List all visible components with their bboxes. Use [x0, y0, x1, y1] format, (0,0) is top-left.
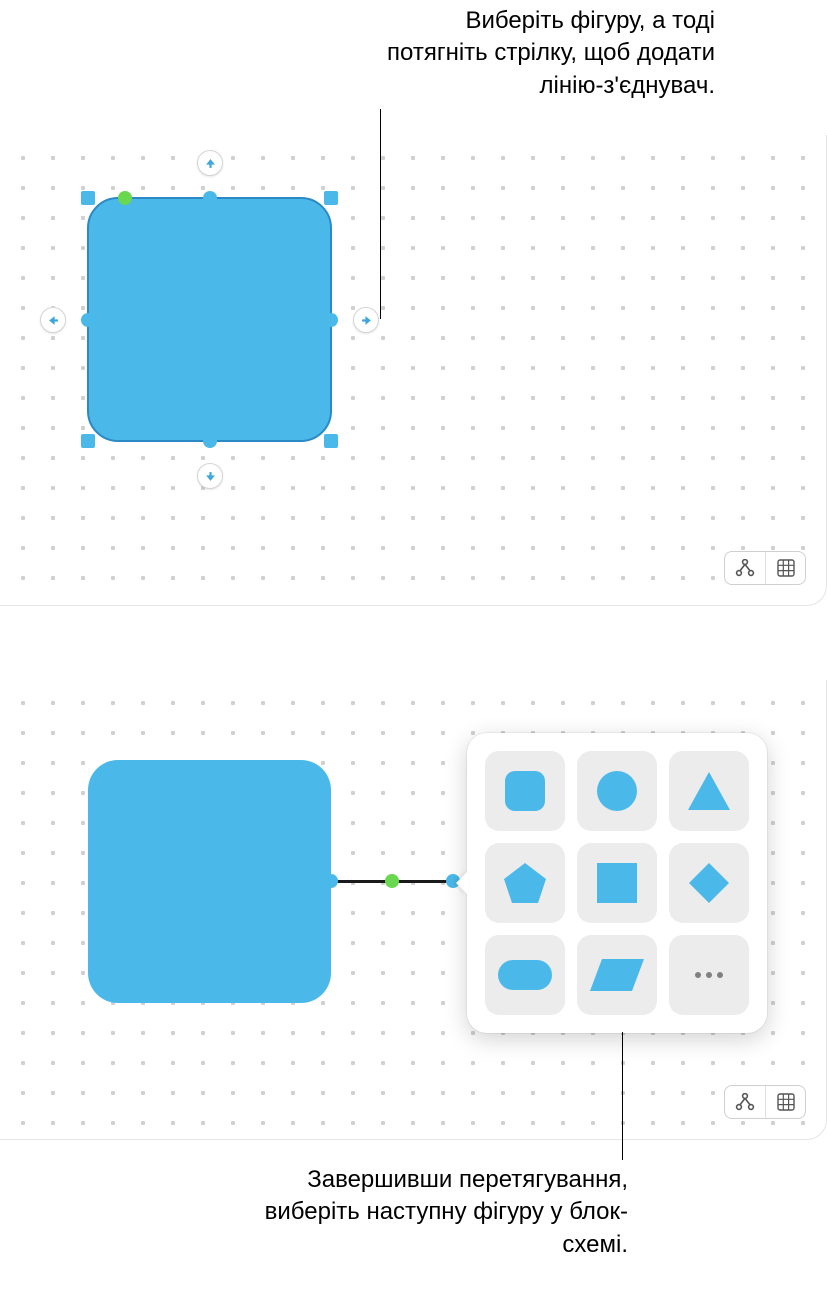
connector-endpoint-start[interactable]	[324, 874, 338, 888]
arrow-up-icon	[205, 158, 216, 169]
arrow-down-icon	[205, 471, 216, 482]
arrow-right-icon	[361, 315, 372, 326]
callout-top: Виберіть фігуру, а тоді потягніть стрілк…	[370, 5, 715, 102]
capsule-icon	[498, 960, 552, 990]
triangle-icon	[686, 770, 732, 812]
arrow-left-icon	[48, 315, 59, 326]
grid-icon	[777, 1093, 795, 1111]
connector-arrow-right[interactable]	[353, 307, 379, 333]
diamond-icon	[687, 861, 731, 905]
grid-toggle-button[interactable]	[765, 1086, 805, 1118]
shape-option-rounded-square[interactable]	[485, 751, 565, 831]
shape-option-square[interactable]	[577, 843, 657, 923]
connector-arrow-up[interactable]	[197, 150, 223, 176]
shape-option-more[interactable]	[669, 935, 749, 1015]
connector-arrow-left[interactable]	[40, 307, 66, 333]
shape-option-triangle[interactable]	[669, 751, 749, 831]
grid-toggle-button[interactable]	[765, 552, 805, 584]
rounded-square-icon	[503, 769, 547, 813]
connector-arrow-down[interactable]	[197, 463, 223, 489]
pentagon-icon	[502, 861, 548, 905]
connector-mode-button[interactable]	[725, 552, 765, 584]
connector-midpoint[interactable]	[385, 874, 399, 888]
shape-option-circle[interactable]	[577, 751, 657, 831]
square-icon	[597, 863, 637, 903]
shape-option-parallelogram[interactable]	[577, 935, 657, 1015]
canvas-toolbar-bottom	[724, 1085, 806, 1119]
source-shape[interactable]	[88, 760, 331, 1003]
corner-radius-handle[interactable]	[118, 191, 132, 205]
shape-option-capsule[interactable]	[485, 935, 565, 1015]
resize-handle-w[interactable]	[81, 313, 95, 327]
resize-handle-sw[interactable]	[81, 434, 95, 448]
circle-icon	[595, 769, 639, 813]
shape-option-diamond[interactable]	[669, 843, 749, 923]
canvas-top	[0, 135, 827, 606]
more-icon	[695, 972, 723, 978]
selected-shape[interactable]	[88, 198, 331, 441]
connector-mode-icon	[735, 1093, 755, 1111]
resize-handle-s[interactable]	[203, 434, 217, 448]
connector-mode-button[interactable]	[725, 1086, 765, 1118]
shape-picker-popover	[467, 733, 767, 1033]
resize-handle-ne[interactable]	[324, 191, 338, 205]
resize-handle-e[interactable]	[324, 313, 338, 327]
connector-mode-icon	[735, 559, 755, 577]
resize-handle-se[interactable]	[324, 434, 338, 448]
canvas-toolbar	[724, 551, 806, 585]
shape-option-pentagon[interactable]	[485, 843, 565, 923]
grid-icon	[777, 559, 795, 577]
canvas-bottom	[0, 680, 827, 1140]
parallelogram-icon	[590, 959, 644, 991]
callout-leader-bottom	[622, 1032, 623, 1160]
resize-handle-n[interactable]	[203, 191, 217, 205]
resize-handle-nw[interactable]	[81, 191, 95, 205]
callout-bottom: Завершивши перетягування, виберіть насту…	[243, 1164, 628, 1261]
